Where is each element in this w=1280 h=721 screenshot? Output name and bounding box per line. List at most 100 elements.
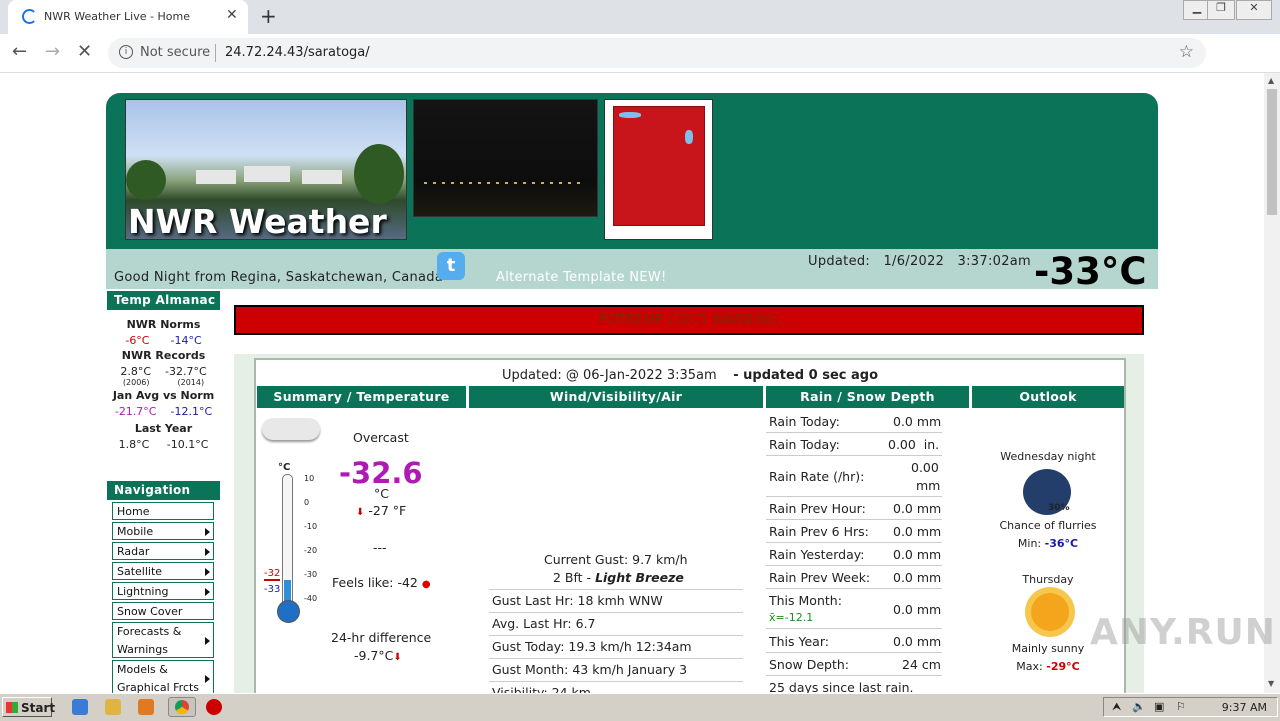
province-map (613, 106, 705, 226)
row-divider (766, 455, 942, 456)
tick-minus20: -20 (304, 546, 318, 555)
norm-low: -14°C (170, 334, 202, 347)
stop-loading-button[interactable]: ✕ (77, 41, 92, 62)
snow-depth-value: 24 cm (902, 657, 941, 672)
nav-item-radar[interactable]: Radar (112, 542, 214, 560)
updated-timestamp: Updated: 1/6/2022 3:37:02am (808, 254, 1031, 269)
temperature-unit: °C (374, 486, 389, 501)
scroll-up-icon[interactable]: ▲ (1268, 76, 1274, 85)
thermo-unit: °C (278, 462, 291, 473)
this-month-avg: x̄=-12.1 (769, 611, 814, 624)
tick-10: 10 (304, 474, 315, 483)
header-photo-lake: NWR Weather (125, 99, 407, 241)
nav-item-snow-cover[interactable]: Snow Cover (112, 602, 214, 620)
start-button[interactable]: Start (2, 697, 55, 717)
forward-button[interactable]: → (45, 41, 60, 62)
alternate-template-link[interactable]: Alternate Template NEW! (496, 270, 667, 285)
avg-last-hr: Avg. Last Hr: 6.7 (492, 616, 596, 631)
close-window-button[interactable]: ✕ (1236, 0, 1272, 20)
scroll-down-icon[interactable]: ▼ (1268, 679, 1274, 688)
row-divider (766, 432, 942, 433)
avg-low: -12.1°C (170, 405, 213, 418)
city-lights (424, 182, 584, 184)
tray-expand-icon[interactable]: ⮝ (1112, 700, 1121, 714)
rain-prev-hour-value: 0.0 mm (893, 501, 942, 516)
volume-icon[interactable]: 🔈 (1132, 700, 1146, 713)
address-bar[interactable]: i Not secure 24.72.24.43/saratoga/ ☆ (108, 38, 1206, 68)
bookmark-star-icon[interactable]: ☆ (1179, 42, 1194, 62)
temperature-f: ⬇ -27 °F (356, 503, 406, 518)
rain-prev-week-value: 0.0 mm (893, 570, 942, 585)
info-icon[interactable]: i (119, 45, 133, 59)
tick-minus30: -30 (304, 570, 318, 579)
nav-label: Radar (117, 545, 150, 558)
browser-tab[interactable]: NWR Weather Live - Home ✕ (8, 0, 248, 34)
tick-0: 0 (304, 498, 310, 507)
tree-shape (126, 160, 166, 200)
feels-like: Feels like: -42 ● (332, 575, 431, 590)
submenu-arrow-icon (205, 675, 210, 683)
flag-icon[interactable]: ⚐ (1176, 700, 1186, 713)
nav-item-lightning[interactable]: Lightning (112, 582, 214, 600)
outlook-temp-label-1: Min: (1017, 537, 1042, 550)
restore-button[interactable]: ❐ (1207, 0, 1235, 20)
feels-like-text: Feels like: -42 (332, 575, 418, 590)
nav-label: Models & (117, 663, 168, 676)
lake-shape (685, 130, 693, 144)
header-warning-map[interactable] (604, 99, 713, 240)
page-scrollbar[interactable]: ▲ ▼ (1264, 73, 1280, 693)
nav-label: Graphical Frcts (117, 681, 200, 693)
close-tab-icon[interactable]: ✕ (226, 7, 238, 23)
rain-today-in-value: 0.00 in. (888, 437, 940, 452)
system-tray: ⮝ 🔈 ▣ ⚐ 9:37 AM (1103, 697, 1278, 717)
nav-item-home[interactable]: Home (112, 502, 214, 520)
clock[interactable]: 9:37 AM (1222, 701, 1267, 714)
navigation-heading: Navigation (107, 481, 220, 500)
row-divider (489, 658, 743, 659)
url-text[interactable]: 24.72.24.43/saratoga/ (225, 45, 370, 60)
thermo-max: -32 (264, 568, 281, 581)
twitter-icon[interactable]: t (437, 252, 465, 280)
ie-icon[interactable] (72, 699, 88, 715)
security-status[interactable]: Not secure (140, 45, 210, 60)
temp-almanac: NWR Norms -6°C -14°C NWR Records 2.8°C -… (107, 310, 220, 480)
nav-item-satellite[interactable]: Satellite (112, 562, 214, 580)
chrome-taskbar-button[interactable] (168, 697, 196, 717)
temperature-value: -32.6 (339, 456, 423, 490)
updated-date: 1/6/2022 (883, 254, 945, 269)
explorer-icon[interactable] (105, 699, 121, 715)
submenu-arrow-icon (205, 588, 210, 596)
tick-minus40: -40 (304, 594, 318, 603)
down-arrow-icon: ⬇ (356, 507, 365, 518)
tab-title: NWR Weather Live - Home (44, 10, 190, 23)
conditions-table: Updated: @ 06-Jan-2022 3:35am - updated … (254, 358, 1126, 693)
rain-prev-6h-value: 0.0 mm (893, 524, 942, 539)
diff-value: -9.7°C⬇ (354, 648, 402, 663)
row-divider (766, 565, 942, 566)
rain-today-value: 0.0 mm (893, 414, 942, 429)
rain-prev-6h-label: Rain Prev 6 Hrs: (769, 524, 869, 539)
media-player-icon[interactable] (138, 699, 154, 715)
record-low-year: (2014) (177, 378, 205, 387)
network-icon[interactable]: ▣ (1154, 700, 1164, 713)
conditions-updated-ago: - updated 0 sec ago (733, 368, 879, 383)
snow-depth-label: Snow Depth: (769, 657, 849, 672)
beaufort-scale: 2 Bft - (553, 570, 592, 585)
scrollbar-thumb[interactable] (1267, 89, 1277, 215)
row-divider (766, 542, 942, 543)
overcast-cloud-icon (262, 418, 320, 440)
stop-icon[interactable] (206, 699, 222, 715)
house-shape (244, 166, 290, 182)
sun-icon (1031, 593, 1069, 631)
col-rain: Rain / Snow Depth (766, 386, 969, 408)
submenu-arrow-icon (205, 548, 210, 556)
record-high: 2.8°C (120, 365, 152, 378)
nav-item-models[interactable]: Models & Graphical Frcts (112, 660, 214, 693)
diff-value-text: -9.7°C (354, 648, 394, 663)
nav-item-mobile[interactable]: Mobile (112, 522, 214, 540)
extreme-cold-warning-link[interactable]: EXTREME COLD WARNING (599, 313, 779, 328)
navigation-menu: Home Mobile Radar Satellite Lightning Sn… (112, 502, 214, 693)
back-button[interactable]: ← (12, 41, 27, 62)
new-tab-button[interactable]: + (260, 4, 277, 28)
nav-item-forecasts[interactable]: Forecasts & Warnings (112, 622, 214, 658)
